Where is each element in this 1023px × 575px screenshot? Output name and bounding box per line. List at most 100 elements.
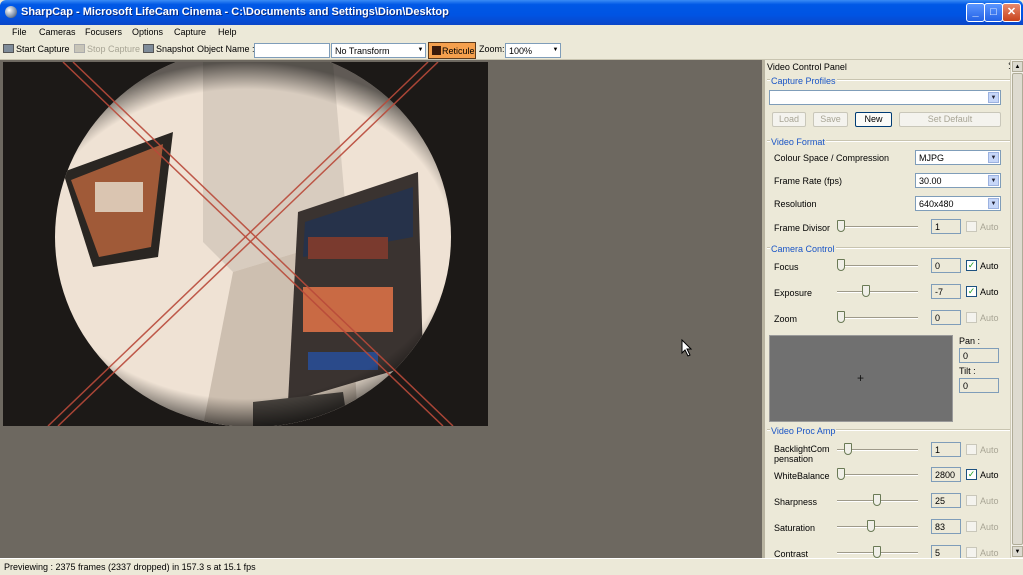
saturation-slider[interactable] xyxy=(837,520,918,534)
dropdown-arrow-icon: ▼ xyxy=(552,47,559,53)
set-default-profile-button[interactable]: Set Default xyxy=(899,112,1001,127)
backlight-slider[interactable] xyxy=(837,443,918,457)
scroll-thumb[interactable] xyxy=(1012,73,1023,545)
backlight-auto-label: Auto xyxy=(980,445,999,455)
focus-value[interactable]: 0 xyxy=(931,258,961,273)
whitebalance-auto-checkbox[interactable]: ✓ xyxy=(966,469,977,480)
resolution-label: Resolution xyxy=(774,199,817,209)
app-icon xyxy=(5,6,17,18)
load-profile-button[interactable]: Load xyxy=(772,112,806,127)
dropdown-arrow-icon: ▼ xyxy=(988,152,999,163)
start-capture-button[interactable]: Start Capture xyxy=(3,44,70,54)
menu-file[interactable]: File xyxy=(12,27,27,37)
resolution-select[interactable]: 640x480 ▼ xyxy=(915,196,1001,211)
tilt-value[interactable]: 0 xyxy=(959,378,999,393)
zoom-auto-label: Auto xyxy=(980,313,999,323)
zoom-auto-checkbox[interactable] xyxy=(966,312,977,323)
new-profile-button[interactable]: New xyxy=(855,112,892,127)
camera-icon xyxy=(3,44,14,53)
stop-capture-label: Stop Capture xyxy=(87,44,141,54)
frame-rate-value: 30.00 xyxy=(919,176,942,186)
capture-profile-select[interactable]: ▼ xyxy=(769,90,1001,105)
reticule-button[interactable]: Reticule xyxy=(428,42,476,59)
slider-thumb[interactable] xyxy=(837,468,845,480)
saturation-auto-checkbox[interactable] xyxy=(966,521,977,532)
slider-track xyxy=(837,474,918,476)
menu-cameras[interactable]: Cameras xyxy=(39,27,76,37)
zoom-slider[interactable] xyxy=(837,311,918,325)
frame-divisor-value[interactable]: 1 xyxy=(931,219,961,234)
saturation-value[interactable]: 83 xyxy=(931,519,961,534)
contrast-auto-checkbox[interactable] xyxy=(966,547,977,558)
slider-thumb[interactable] xyxy=(873,494,881,506)
camera-preview[interactable] xyxy=(3,62,488,426)
zoom-label: Zoom: xyxy=(479,44,505,54)
whitebalance-label: WhiteBalance xyxy=(774,471,830,481)
slider-thumb[interactable] xyxy=(862,285,871,297)
frame-divisor-slider[interactable] xyxy=(837,220,918,234)
object-name-input[interactable] xyxy=(254,43,330,58)
slider-thumb[interactable] xyxy=(844,443,853,455)
pan-value[interactable]: 0 xyxy=(959,348,999,363)
save-profile-button[interactable]: Save xyxy=(813,112,848,127)
focus-auto-checkbox[interactable]: ✓ xyxy=(966,260,977,271)
status-bar: Previewing : 2375 frames (2337 dropped) … xyxy=(0,558,1023,575)
capture-profiles-group: Capture Profiles ▼ Load Save New Set Def… xyxy=(767,76,1011,135)
backlight-value[interactable]: 1 xyxy=(931,442,961,457)
dropdown-arrow-icon: ▼ xyxy=(988,92,999,103)
contrast-label: Contrast xyxy=(774,549,809,558)
stop-icon xyxy=(74,44,85,53)
stop-capture-button[interactable]: Stop Capture xyxy=(74,44,140,54)
slider-thumb[interactable] xyxy=(873,546,881,558)
whitebalance-slider[interactable] xyxy=(837,468,918,482)
exposure-value[interactable]: -7 xyxy=(931,284,961,299)
contrast-value[interactable]: 5 xyxy=(931,545,961,558)
colour-space-select[interactable]: MJPG ▼ xyxy=(915,150,1001,165)
sharpness-auto-checkbox[interactable] xyxy=(966,495,977,506)
scroll-up-icon[interactable]: ▲ xyxy=(1012,61,1023,72)
slider-thumb[interactable] xyxy=(837,259,845,271)
frame-divisor-label: Frame Divisor xyxy=(774,223,831,233)
slider-thumb[interactable] xyxy=(837,220,845,232)
sharpness-value[interactable]: 25 xyxy=(931,493,961,508)
video-format-group: Video Format Colour Space / Compression … xyxy=(767,137,1011,243)
zoom-select[interactable]: 100% ▼ xyxy=(505,43,561,58)
frame-divisor-auto-checkbox[interactable] xyxy=(966,221,977,232)
menu-focusers[interactable]: Focusers xyxy=(85,27,122,37)
dropdown-arrow-icon: ▼ xyxy=(988,175,999,186)
slider-thumb[interactable] xyxy=(837,311,845,323)
transform-value: No Transform xyxy=(335,46,390,56)
preview-area[interactable] xyxy=(0,60,762,558)
pan-tilt-pad[interactable]: + xyxy=(769,335,953,422)
focus-slider[interactable] xyxy=(837,259,918,273)
menu-options[interactable]: Options xyxy=(132,27,163,37)
window-title: SharpCap - Microsoft LifeCam Cinema - C:… xyxy=(21,6,449,18)
snapshot-icon xyxy=(143,44,154,53)
minimize-button[interactable]: _ xyxy=(966,3,985,22)
whitebalance-value[interactable]: 2800 xyxy=(931,467,961,482)
slider-track xyxy=(837,526,918,528)
panel-scrollbar[interactable]: ▲ ▼ xyxy=(1010,60,1023,558)
slider-track xyxy=(837,226,918,228)
exposure-auto-checkbox[interactable]: ✓ xyxy=(966,286,977,297)
maximize-button[interactable]: □ xyxy=(984,3,1003,22)
start-capture-label: Start Capture xyxy=(16,44,70,54)
menu-bar: File Cameras Focusers Options Capture He… xyxy=(0,25,1023,41)
frame-rate-select[interactable]: 30.00 ▼ xyxy=(915,173,1001,188)
backlight-auto-checkbox[interactable] xyxy=(966,444,977,455)
slider-track xyxy=(837,265,918,267)
frame-rate-label: Frame Rate (fps) xyxy=(774,176,843,186)
contrast-slider[interactable] xyxy=(837,546,918,558)
transform-select[interactable]: No Transform ▼ xyxy=(331,43,426,58)
scroll-down-icon[interactable]: ▼ xyxy=(1012,546,1023,557)
exposure-slider[interactable] xyxy=(837,285,918,299)
snapshot-button[interactable]: Snapshot xyxy=(143,44,194,54)
close-button[interactable]: ✕ xyxy=(1002,3,1021,22)
slider-thumb[interactable] xyxy=(867,520,876,532)
sharpness-slider[interactable] xyxy=(837,494,918,508)
capture-profiles-title: Capture Profiles xyxy=(770,76,837,86)
menu-capture[interactable]: Capture xyxy=(174,27,206,37)
slider-track xyxy=(837,291,918,293)
zoom-control-value[interactable]: 0 xyxy=(931,310,961,325)
menu-help[interactable]: Help xyxy=(218,27,237,37)
